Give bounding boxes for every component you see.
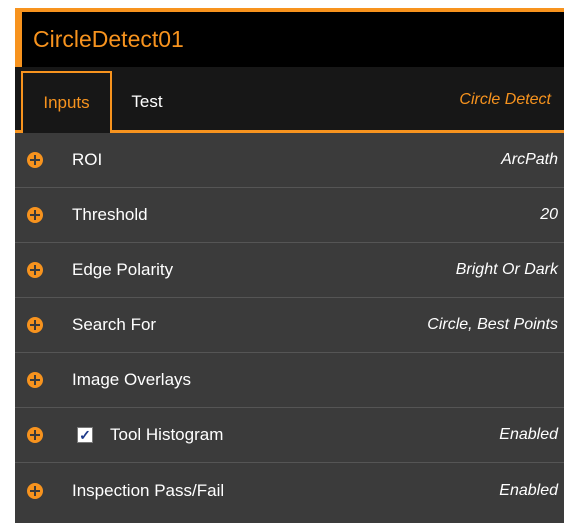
expand-plus-icon[interactable] — [27, 482, 43, 499]
property-label: Inspection Pass/Fail — [72, 480, 225, 500]
tool-title: CircleDetect01 — [33, 26, 184, 52]
property-label: Threshold — [72, 205, 148, 224]
property-label: Edge Polarity — [72, 260, 174, 279]
property-label: ROI — [72, 150, 103, 169]
property-label: Image Overlays — [72, 370, 192, 389]
property-row-inspection-pass-fail[interactable]: Inspection Pass/Fail Enabled — [15, 463, 564, 518]
tab-bar: Inputs Test Circle Detect — [15, 67, 564, 133]
property-row-tool-histogram[interactable]: ✓ Tool Histogram Enabled — [15, 408, 564, 463]
accent-bar — [15, 8, 22, 68]
histogram-checkbox[interactable]: ✓ — [77, 427, 93, 443]
expand-plus-icon[interactable] — [27, 152, 43, 168]
tool-panel: CircleDetect01 Inputs Test Circle Detect… — [15, 8, 564, 523]
property-row-edge-polarity[interactable]: Edge Polarity Bright Or Dark — [15, 243, 564, 298]
property-value: 20 — [540, 206, 558, 223]
property-value: Bright Or Dark — [455, 261, 558, 278]
property-value: Circle, Best Points — [427, 316, 558, 333]
title-bar: CircleDetect01 — [22, 12, 564, 67]
property-row-threshold[interactable]: Threshold 20 — [15, 188, 564, 243]
property-value: Enabled — [499, 426, 558, 443]
expand-plus-icon[interactable] — [27, 262, 43, 278]
tab-inputs[interactable]: Inputs — [21, 71, 112, 133]
property-label: Search For — [72, 315, 157, 334]
tool-type-label: Circle Detect — [459, 91, 551, 108]
property-value: ArcPath — [501, 151, 558, 168]
expand-plus-icon[interactable] — [27, 207, 43, 223]
expand-plus-icon[interactable] — [27, 372, 43, 388]
expand-plus-icon[interactable] — [27, 427, 43, 443]
expand-plus-icon[interactable] — [27, 317, 43, 333]
property-label: Tool Histogram — [110, 425, 224, 444]
property-row-image-overlays[interactable]: Image Overlays — [15, 353, 564, 408]
tab-test[interactable]: Test — [117, 71, 177, 132]
property-list: ROI ArcPath Threshold 20 Edge Polarity B… — [15, 133, 564, 518]
property-value: Enabled — [499, 481, 558, 499]
property-row-search-for[interactable]: Search For Circle, Best Points — [15, 298, 564, 353]
property-row-roi[interactable]: ROI ArcPath — [15, 133, 564, 188]
